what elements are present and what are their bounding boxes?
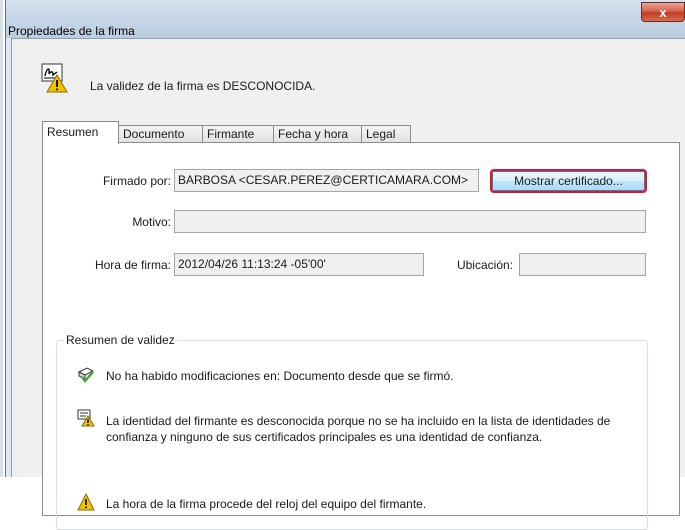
validity-item-text: No ha habido modificaciones en: Document… [106,369,454,383]
tab-fecha-y-hora[interactable]: Fecha y hora [273,125,362,143]
tab-firmante[interactable]: Firmante [202,125,274,143]
summary-tab-panel: Firmado por: BARBOSA <CESAR.PEREZ@CERTIC… [42,142,680,530]
identity-warning-icon [77,409,95,427]
tab-documento[interactable]: Documento [118,125,203,143]
warning-icon [77,492,95,511]
tab-legal[interactable]: Legal [361,125,411,143]
location-field[interactable] [519,253,646,276]
sign-time-field[interactable]: 2012/04/26 11:13:24 -05'00' [174,253,424,276]
validity-summary-title: Resumen de validez [64,333,177,347]
reason-field[interactable] [174,210,646,233]
signed-by-label: Firmado por: [102,174,171,188]
signature-properties-dialog: Propiedades de la firma x La validez de … [5,0,685,530]
signed-by-field[interactable]: BARBOSA <CESAR.PEREZ@CERTICAMARA.COM> [174,169,479,192]
close-button[interactable]: x [641,2,685,22]
validity-item-text: La hora de la firma procede del reloj de… [106,497,427,511]
dialog-client-area: La validez de la firma es DESCONOCIDA. R… [11,38,685,530]
signature-unknown-icon [41,63,69,93]
location-label: Ubicación: [456,258,513,272]
validity-item-text: La identidad del firmante es desconocida… [106,414,611,444]
title-bar[interactable]: Propiedades de la firma x [6,0,685,38]
reason-label: Motivo: [132,215,171,229]
signature-status-text: La validez de la firma es DESCONOCIDA. [90,79,316,93]
show-certificate-button[interactable]: Mostrar certificado... [490,169,647,193]
window-title: Propiedades de la firma [8,24,135,38]
tab-resumen[interactable]: Resumen [42,121,119,144]
background-window-border [0,0,3,477]
doc-valid-icon [77,366,95,384]
validity-summary-group: Resumen de validez No ha habido modifica… [56,333,648,530]
sign-time-label: Hora de firma: [94,258,171,272]
